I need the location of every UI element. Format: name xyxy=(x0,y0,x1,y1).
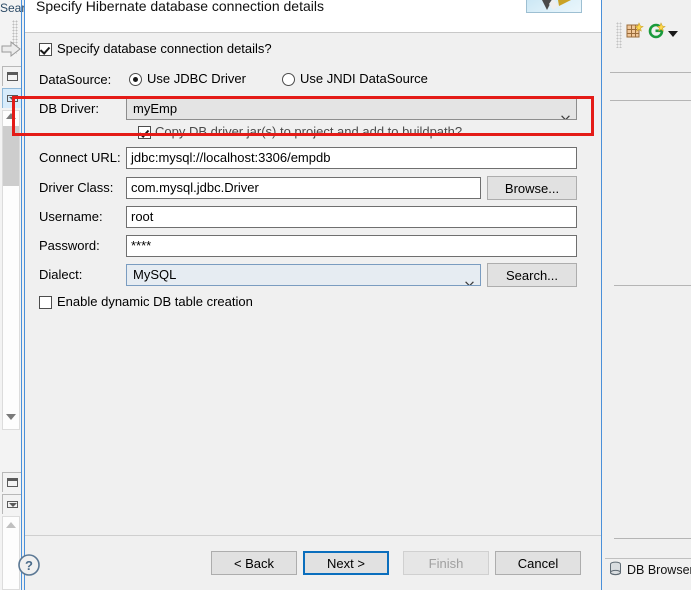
page-title: Specify Hibernate database connection de… xyxy=(36,0,324,14)
copy-driver-jar-checkbox[interactable] xyxy=(138,126,151,139)
hibernate-logo-icon xyxy=(526,0,582,13)
db-driver-combo[interactable]: myEmp xyxy=(126,98,577,120)
scroll-up-icon[interactable] xyxy=(6,113,16,119)
dialog-footer: < Back Next > Finish Cancel xyxy=(25,535,601,590)
screen: Searc xyxy=(0,0,691,590)
chevron-down-icon xyxy=(561,107,570,119)
minimize-icon-2 xyxy=(7,501,18,508)
radio-use-jndi-datasource[interactable] xyxy=(282,73,295,86)
back-button[interactable]: < Back xyxy=(211,551,297,575)
driver-class-input[interactable]: com.mysql.jdbc.Driver xyxy=(126,177,481,199)
right-panel-divider-1 xyxy=(610,72,691,73)
dialect-label: Dialect: xyxy=(39,267,83,282)
left-panel-divider xyxy=(21,0,22,590)
view-tab-minimize-bottom[interactable] xyxy=(2,494,22,514)
right-panel-divider-4 xyxy=(614,538,691,539)
right-panel-divider-2 xyxy=(610,100,691,101)
view-tab-minimize-top[interactable] xyxy=(2,88,22,108)
scroll-down-icon[interactable] xyxy=(6,414,16,420)
scroll-up-icon-2[interactable] xyxy=(6,522,16,528)
db-driver-label: DB Driver: xyxy=(39,101,99,116)
restore-icon xyxy=(7,72,18,81)
specify-connection-checkbox[interactable] xyxy=(39,43,52,56)
username-label: Username: xyxy=(39,209,103,224)
radio-use-jdbc-driver-label: Use JDBC Driver xyxy=(147,71,246,86)
connect-url-label: Connect URL: xyxy=(39,150,121,165)
minimize-icon xyxy=(7,95,18,102)
chevron-down-icon-2 xyxy=(465,273,474,285)
radio-use-jndi-datasource-label: Use JNDI DataSource xyxy=(300,71,428,86)
green-refresh-icon[interactable] xyxy=(648,22,666,43)
radio-use-jdbc-driver[interactable] xyxy=(129,73,142,86)
driver-class-label: Driver Class: xyxy=(39,180,114,195)
search-button[interactable]: Search... xyxy=(487,263,577,287)
enable-dynamic-table-checkbox[interactable] xyxy=(39,296,52,309)
right-panel-divider-3 xyxy=(614,285,691,286)
database-icon xyxy=(608,561,623,579)
browse-button[interactable]: Browse... xyxy=(487,176,577,200)
db-driver-value: myEmp xyxy=(133,101,178,116)
datasource-label: DataSource: xyxy=(39,72,112,87)
help-button[interactable]: ? xyxy=(17,553,41,580)
dialect-value: MySQL xyxy=(133,267,177,282)
toolbar-drag-dots xyxy=(616,22,622,48)
tab-db-browser-label: DB Browser xyxy=(627,562,691,577)
view-tab-restore-bottom[interactable] xyxy=(2,472,22,492)
view-tab-restore-top[interactable] xyxy=(2,66,22,86)
right-toolbar-panel xyxy=(610,0,691,590)
left-scrollbar-thumb[interactable] xyxy=(3,126,19,186)
arrow-right-icon[interactable] xyxy=(1,40,21,58)
svg-text:?: ? xyxy=(25,558,33,573)
enable-dynamic-table-label: Enable dynamic DB table creation xyxy=(57,294,253,309)
restore-icon-2 xyxy=(7,478,18,487)
search-view-label: Searc xyxy=(0,1,26,15)
dialog-header: Specify Hibernate database connection de… xyxy=(25,0,601,33)
cancel-button[interactable]: Cancel xyxy=(495,551,581,575)
table-grid-icon[interactable] xyxy=(626,22,644,43)
password-input[interactable]: **** xyxy=(126,235,577,257)
finish-button: Finish xyxy=(403,551,489,575)
next-button[interactable]: Next > xyxy=(303,551,389,575)
toolbar-chevron-down-icon[interactable] xyxy=(668,31,678,37)
dialect-combo[interactable]: MySQL xyxy=(126,264,481,286)
username-input[interactable]: root xyxy=(126,206,577,228)
specify-connection-label: Specify database connection details? xyxy=(57,41,272,56)
connect-url-input[interactable]: jdbc:mysql://localhost:3306/empdb xyxy=(126,147,577,169)
tab-db-browser[interactable]: DB Browser xyxy=(605,558,691,580)
password-label: Password: xyxy=(39,238,100,253)
hibernate-wizard-dialog: Specify Hibernate database connection de… xyxy=(24,0,602,590)
copy-driver-jar-label: Copy DB driver jar(s) to project and add… xyxy=(155,124,463,139)
dialog-body: Specify database connection details? Dat… xyxy=(25,34,601,531)
